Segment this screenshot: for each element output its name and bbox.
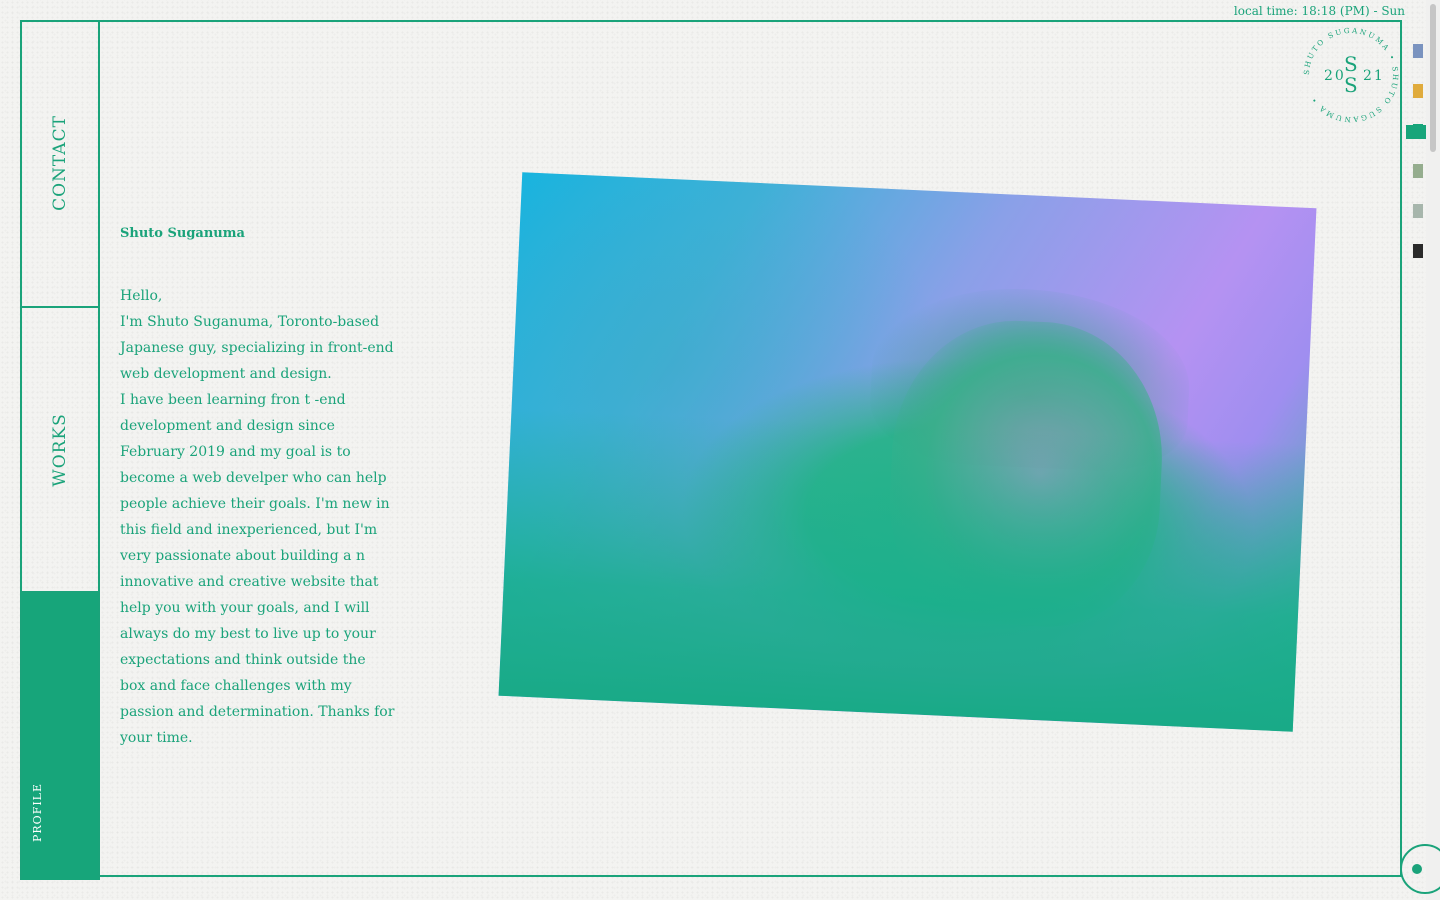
nav-profile-label: PROFILE xyxy=(31,782,44,842)
logo-monogram-bottom: S xyxy=(1344,73,1358,97)
bio-body: I have been learning fron t -end develop… xyxy=(120,392,395,746)
scrollbar-thumb[interactable] xyxy=(1430,4,1436,152)
scroll-indicator-dot xyxy=(1412,864,1422,874)
photo-shadow xyxy=(498,407,1306,732)
scroll-indicator-button[interactable] xyxy=(1400,844,1440,894)
logo-year-left: 20 xyxy=(1324,68,1346,84)
profile-photo xyxy=(498,172,1317,732)
bio-intro: I'm Shuto Suganuma, Toronto-based Japane… xyxy=(120,314,394,382)
nav-works-label: WORKS xyxy=(50,412,70,487)
nav-contact[interactable]: CONTACT xyxy=(20,20,100,308)
swatch-blue[interactable] xyxy=(1413,44,1423,58)
active-theme-marker xyxy=(1406,125,1426,139)
bio-greeting: Hello, xyxy=(120,288,163,304)
side-nav: CONTACT WORKS PROFILE xyxy=(20,20,100,880)
logo-year-right: 21 xyxy=(1363,68,1385,84)
scrollbar[interactable] xyxy=(1426,0,1440,900)
logo-seal[interactable]: SHUTO SUGANUMA • SHUTO SUGANUMA • 20 21 … xyxy=(1300,24,1402,126)
local-time: local time: 18:18 (PM) - Sun xyxy=(1233,4,1405,18)
swatch-grey-green[interactable] xyxy=(1413,204,1423,218)
swatch-black[interactable] xyxy=(1413,244,1423,258)
nav-works[interactable]: WORKS xyxy=(20,308,100,593)
nav-contact-label: CONTACT xyxy=(50,115,71,211)
profile-name: Shuto Suganuma xyxy=(120,226,245,241)
swatch-sage[interactable] xyxy=(1413,164,1423,178)
nav-profile[interactable]: PROFILE xyxy=(20,593,100,880)
profile-bio: Hello, I'm Shuto Suganuma, Toronto-based… xyxy=(120,283,395,751)
swatch-yellow[interactable] xyxy=(1413,84,1423,98)
logo-seal-icon: SHUTO SUGANUMA • SHUTO SUGANUMA • 20 21 … xyxy=(1302,26,1398,124)
